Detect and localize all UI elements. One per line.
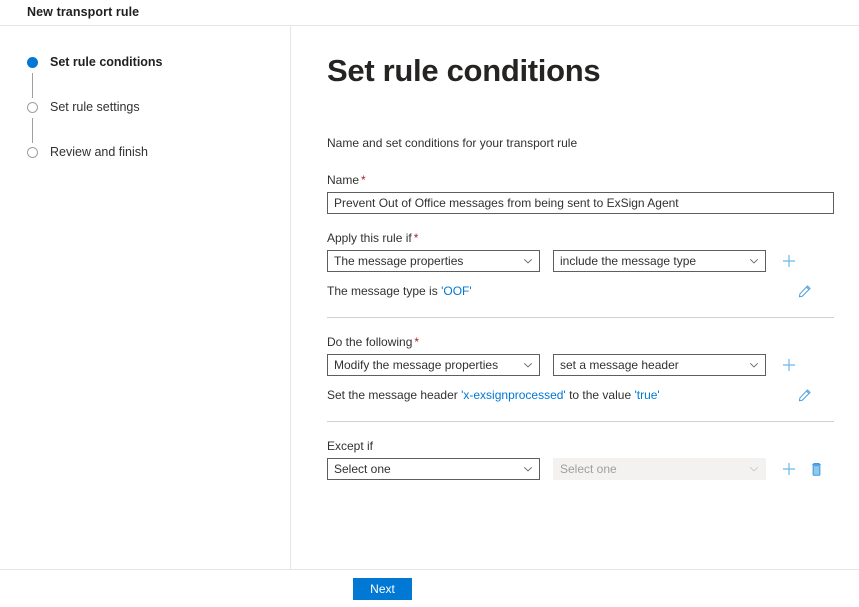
do-the-following-description: Set the message header 'x-exsignprocesse… [327,388,660,402]
window-titlebar: New transport rule [0,0,859,25]
condition-predicate-select[interactable]: include the message type [553,250,766,272]
exception-detail-select: Select one [553,458,766,480]
apply-rule-if-label: Apply this rule if * [327,231,834,245]
description-value: 'OOF' [441,284,472,298]
step-indicator-filled-icon [27,56,38,68]
main-content-panel: Set rule conditions Name and set conditi… [291,26,859,569]
name-label-text: Name [327,173,360,187]
name-field-block: Name * [327,173,834,214]
add-condition-button[interactable] [778,250,800,272]
do-the-following-description-row: Set the message header 'x-exsignprocesse… [327,386,834,404]
footer-divider [0,569,859,570]
name-field-label: Name * [327,173,834,187]
chevron-down-icon [523,256,533,266]
chevron-down-icon [523,360,533,370]
except-if-block: Except if Select one Select one [327,439,834,480]
pencil-icon [798,284,811,297]
plus-icon [783,359,795,371]
action-detail-value: set a message header [560,358,679,372]
wizard-step-label: Set rule settings [50,100,140,114]
wizard-step-set-rule-conditions[interactable]: Set rule conditions [27,54,163,70]
apply-rule-if-description-row: The message type is 'OOF' [327,282,834,300]
do-the-following-label: Do the following * [327,335,834,349]
description-middle: to the value [565,388,635,402]
except-if-row: Select one Select one [327,458,834,480]
exception-select-value: Select one [334,462,391,476]
exception-select[interactable]: Select one [327,458,540,480]
page-title: Set rule conditions [327,53,601,88]
apply-rule-if-block: Apply this rule if * The message properti… [327,231,834,318]
required-asterisk: * [361,173,366,187]
wizard-step-rail: Set rule conditions Set rule settings Re… [0,26,290,569]
plus-icon [783,463,795,475]
chevron-down-icon [523,464,533,474]
page-subtitle: Name and set conditions for your transpo… [327,136,578,150]
description-header-value: 'x-exsignprocessed' [461,388,566,402]
chevron-down-icon [749,360,759,370]
add-exception-button[interactable] [778,458,800,480]
plus-icon [783,255,795,267]
exception-detail-value: Select one [560,462,617,476]
trash-icon [811,462,821,476]
chevron-down-icon [749,256,759,266]
description-prefix: Set the message header [327,388,462,402]
name-input[interactable] [327,192,834,214]
description-prefix: The message type is [327,284,442,298]
except-if-label-text: Except if [327,439,374,453]
wizard-step-connector [32,73,33,98]
wizard-step-label: Review and finish [50,145,148,159]
action-detail-select[interactable]: set a message header [553,354,766,376]
window-title: New transport rule [27,5,140,19]
apply-rule-if-row: The message properties include the messa… [327,250,834,272]
edit-action-button[interactable] [795,386,813,404]
action-select-value: Modify the message properties [334,358,499,372]
do-the-following-block: Do the following * Modify the message pro… [327,335,834,422]
do-the-following-label-text: Do the following [327,335,413,349]
step-indicator-empty-icon [27,101,38,113]
add-action-button[interactable] [778,354,800,376]
wizard-step-set-rule-settings[interactable]: Set rule settings [27,99,140,115]
required-asterisk: * [414,335,420,349]
condition-select[interactable]: The message properties [327,250,540,272]
condition-select-value: The message properties [334,254,464,268]
wizard-step-review-and-finish[interactable]: Review and finish [27,144,148,160]
apply-rule-if-label-text: Apply this rule if [327,231,412,245]
delete-exception-button[interactable] [805,458,827,480]
pencil-icon [798,388,811,401]
description-value: 'true' [634,388,660,402]
do-the-following-row: Modify the message properties set a mess… [327,354,834,376]
edit-condition-button[interactable] [795,282,813,300]
condition-predicate-value: include the message type [560,254,697,268]
wizard-step-connector [32,118,33,143]
action-select[interactable]: Modify the message properties [327,354,540,376]
apply-rule-if-description: The message type is 'OOF' [327,284,472,298]
except-if-label: Except if [327,439,834,453]
required-asterisk: * [413,231,419,245]
transport-rule-form: Name* Apply this rule if* The message pr… [327,173,834,480]
step-indicator-empty-icon [27,146,38,158]
wizard-step-label: Set rule conditions [50,55,163,69]
chevron-down-icon [749,464,759,474]
next-button[interactable]: Next [353,578,412,600]
